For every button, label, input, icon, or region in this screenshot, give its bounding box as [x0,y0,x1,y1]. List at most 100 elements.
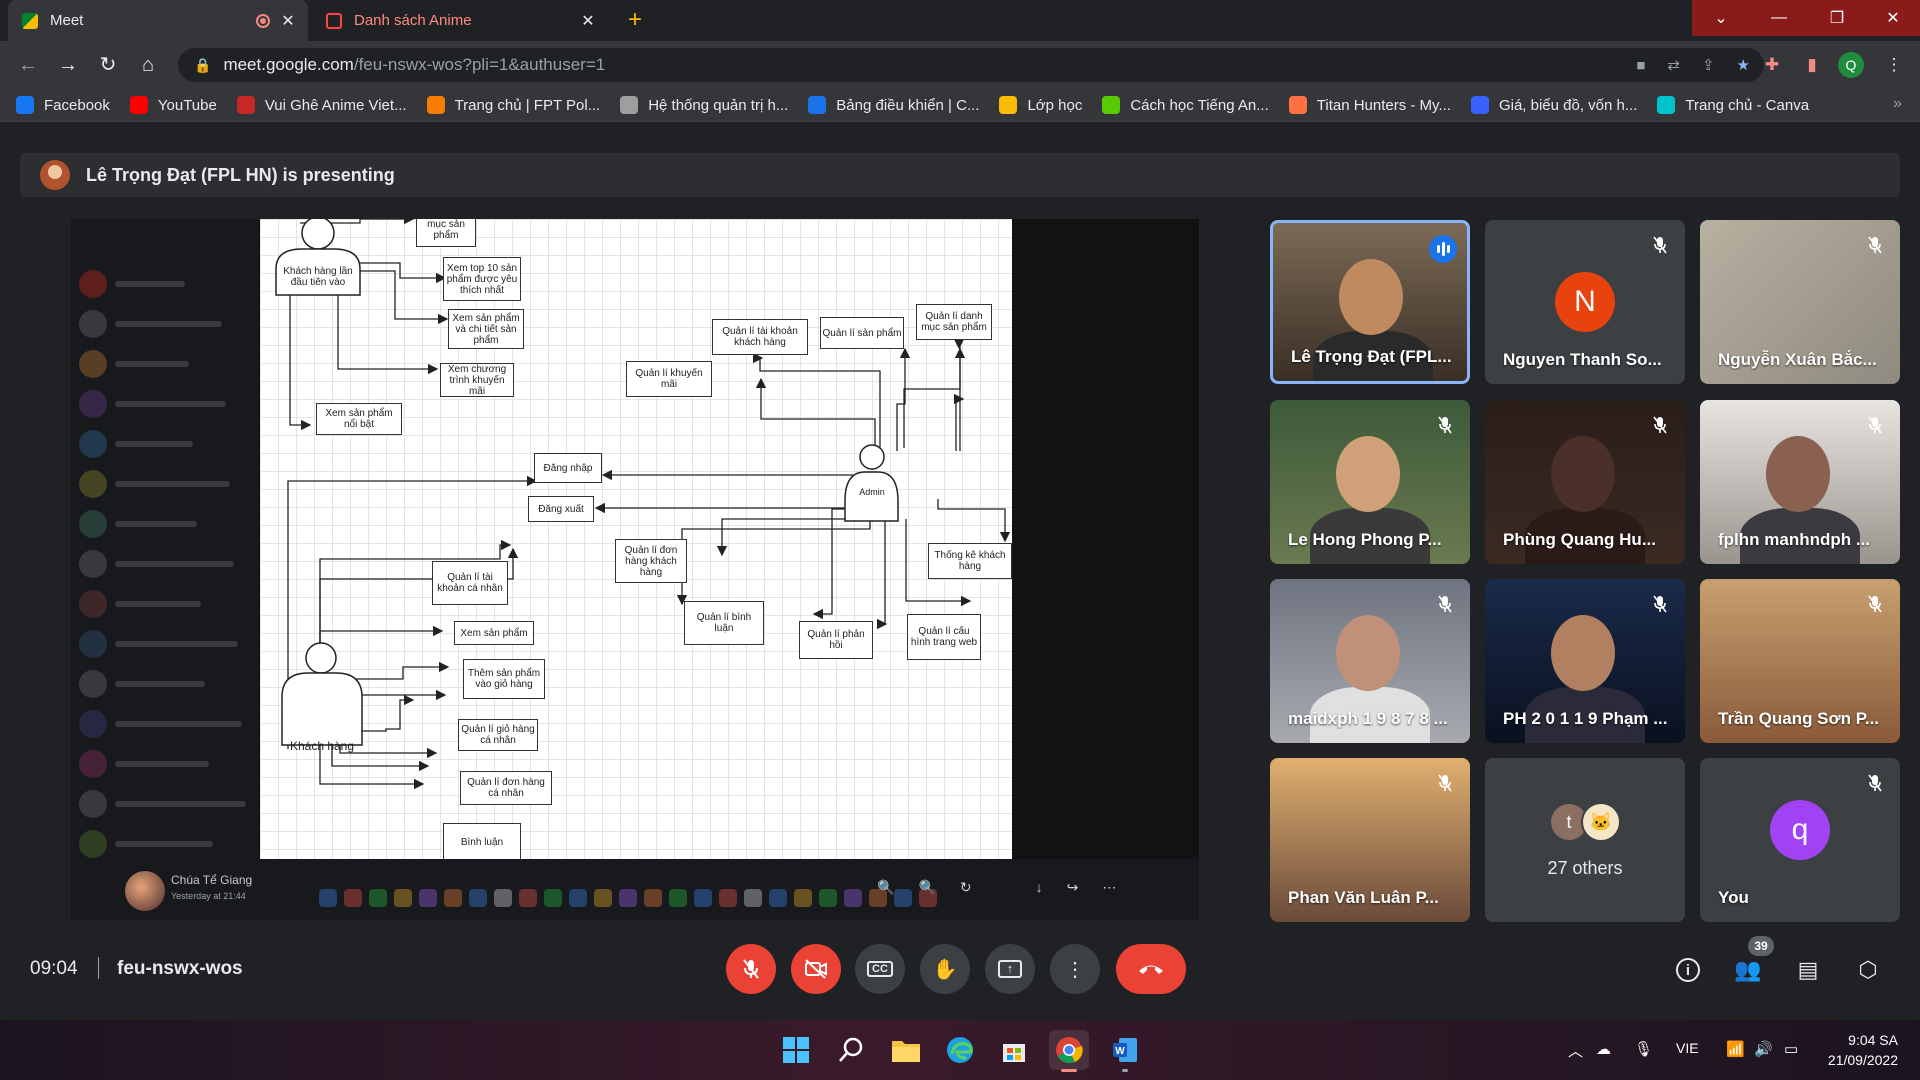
raise-hand-button[interactable]: ✋ [920,944,970,994]
edge-button[interactable] [940,1030,980,1070]
bookmark-item[interactable]: Cách học Tiếng An... [1102,96,1269,114]
forward-icon[interactable]: ↪ [1067,879,1079,896]
others-summary: t 🐱 27 others [1485,758,1685,922]
battery-icon[interactable]: ▭ [1784,1040,1798,1058]
captions-button[interactable]: CC [855,944,905,994]
close-window-button[interactable]: ✕ [1866,0,1920,36]
restore-button[interactable]: ❐ [1808,0,1866,36]
shared-chat-line [115,401,226,407]
participant-tile[interactable]: maidxph 1 9 8 7 8 ... [1270,579,1470,743]
participant-name: Phùng Quang Hu... [1503,530,1656,549]
translate-icon[interactable]: ⇄ [1667,56,1680,74]
activities-icon: ⬡ [1858,957,1878,982]
bookmarks-bar: Facebook YouTube Vui Ghê Anime Viet... Tran… [0,89,1920,122]
bookmark-item[interactable]: Trang chủ | FPT Pol... [426,96,601,114]
bookmark-label: YouTube [157,96,217,114]
participant-tile[interactable]: Nguyễn Xuân Bắc... [1700,220,1900,384]
meeting-details-button[interactable]: i [1672,954,1704,986]
bookmark-item[interactable]: Trang chủ - Canva [1657,96,1809,114]
store-button[interactable] [994,1030,1034,1070]
start-button[interactable] [776,1030,816,1070]
dock-app-icon [644,889,662,907]
participant-tile[interactable]: Phan Văn Luân P... [1270,758,1470,922]
participant-tile[interactable]: Le Hong Phong P... [1270,400,1470,564]
side-panel-icon[interactable]: ▮ [1796,49,1828,81]
chrome-button[interactable] [1049,1030,1089,1072]
bookmark-item[interactable]: Bảng điều khiển | C... [808,96,979,114]
leave-call-button[interactable] [1116,944,1186,994]
present-now-button[interactable]: ↑ [985,944,1035,994]
participant-tile[interactable]: PH 2 0 1 1 9 Phạm ... [1485,579,1685,743]
camera-in-use-icon[interactable]: ■ [1636,57,1645,74]
tab-meet[interactable]: Meet ✕ [8,0,308,41]
bookmark-item[interactable]: Lớp học [999,96,1082,114]
search-button[interactable] [831,1030,871,1070]
new-tab-button[interactable]: + [620,6,650,36]
address-bar[interactable]: 🔒 meet.google.com /feu-nswx-wos?pli=1&au… [178,48,1764,82]
onedrive-icon[interactable]: ☁ [1596,1040,1611,1058]
bookmark-item[interactable]: Hệ thống quản trị h... [620,96,788,114]
meeting-time: 09:04 [30,958,78,979]
camera-off-button[interactable] [791,944,841,994]
microphone-off-button[interactable] [726,944,776,994]
wifi-icon[interactable]: 📶 [1726,1040,1745,1058]
minimize-button[interactable]: — [1750,0,1808,36]
bookmark-star-icon[interactable]: ★ [1737,56,1750,74]
more-icon[interactable]: ⋯ [1102,879,1116,896]
shared-chat-row [79,549,255,579]
participant-tile[interactable]: Trần Quang Sơn P... [1700,579,1900,743]
zoom-in-icon[interactable]: 🔍 [918,879,935,896]
more-options-button[interactable]: ⋮ [1050,944,1100,994]
close-tab-icon[interactable]: ✕ [278,11,298,31]
dock-app-icon [569,889,587,907]
tab-search-button[interactable]: ⌄ [1692,0,1750,36]
forward-button[interactable]: → [52,49,84,81]
profile-avatar[interactable]: Q [1838,52,1864,78]
lock-icon[interactable]: 🔒 [194,57,211,74]
reload-button[interactable]: ↻ [92,49,124,81]
bookmark-label: Trang chủ | FPT Pol... [454,96,601,114]
participant-tile[interactable]: q You [1700,758,1900,922]
dock-app-icon [419,889,437,907]
bookmark-item[interactable]: Vui Ghê Anime Viet... [236,96,407,114]
participant-tile[interactable]: fplhn manhndph ... [1700,400,1900,564]
participant-name: maidxph 1 9 8 7 8 ... [1288,709,1448,728]
shared-chat-line [115,681,205,687]
people-button[interactable]: 👥 [1732,954,1764,986]
dock-app-icon [519,889,537,907]
activities-button[interactable]: ⬡ [1852,954,1884,986]
participant-tile[interactable]: t 🐱 27 others [1485,758,1685,922]
close-tab-icon[interactable]: ✕ [578,11,598,31]
chat-button[interactable]: ▤ [1792,954,1824,986]
bookmark-item[interactable]: YouTube [129,96,217,114]
zoom-out-icon[interactable]: 🔍 [877,879,894,896]
file-explorer-button[interactable] [886,1030,926,1070]
system-clock[interactable]: 9:04 SA 21/09/2022 [1828,1030,1898,1070]
participant-name: Nguyen Thanh So... [1503,350,1662,369]
participant-tile[interactable]: Phùng Quang Hu... [1485,400,1685,564]
extensions-icon[interactable]: ✚ [1756,49,1788,81]
participant-tile[interactable]: N Nguyen Thanh So... [1485,220,1685,384]
bookmark-item[interactable]: Facebook [16,96,110,114]
microphone-tray-icon[interactable]: 🎙 [1634,1040,1653,1058]
bookmark-item[interactable]: Giá, biểu đồ, vốn h... [1470,96,1637,114]
participant-tile[interactable]: Lê Trọng Đạt (FPL... [1270,220,1470,384]
tab-anime-list[interactable]: Danh sách Anime ✕ [312,0,608,41]
bookmark-item[interactable]: Titan Hunters - My... [1288,96,1451,114]
word-button[interactable]: W [1105,1030,1145,1072]
volume-icon[interactable]: 🔊 [1754,1040,1773,1058]
input-language[interactable]: VIE [1676,1040,1699,1056]
shared-chat-row [79,829,255,859]
share-icon[interactable]: ⇪ [1702,56,1715,74]
menu-icon[interactable]: ⋮ [1878,49,1910,81]
download-icon[interactable]: ↓ [1036,879,1043,896]
home-button[interactable]: ⌂ [132,49,164,81]
sender-name: Chúa Tể Giang [171,873,253,887]
bookmarks-overflow-icon[interactable]: » [1893,95,1902,113]
usecase-box: Quản lí danh mục sản phẩm [916,304,992,340]
show-hidden-icons-button[interactable]: ︿ [1568,1040,1583,1061]
rotate-icon[interactable]: ↻ [960,879,972,896]
usecase-box: Quản lí sản phẩm [820,317,904,349]
dock-app-icon [669,889,687,907]
back-button[interactable]: ← [12,49,44,81]
